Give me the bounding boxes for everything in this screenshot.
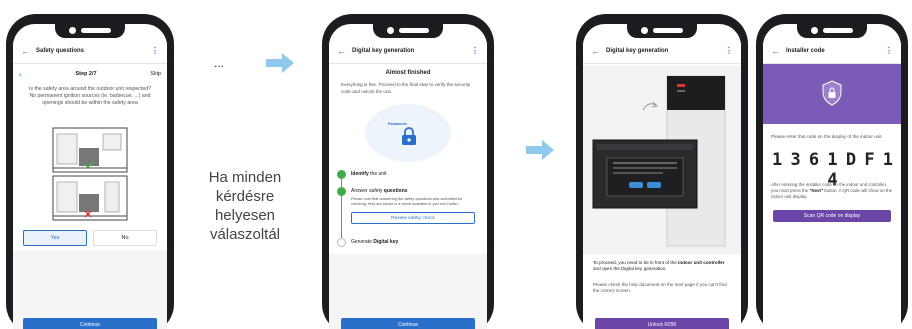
phone-screen: ← Digital key generation ⋮ Almost finish… <box>329 24 487 329</box>
step-bar: ‹ Step 2/7 Skip <box>19 68 161 80</box>
header-banner <box>763 64 901 124</box>
instruction-bold: indoor unit controller <box>678 260 725 265</box>
phone-notch <box>797 24 867 38</box>
shield-lock-icon <box>822 80 842 106</box>
prev-step-icon[interactable]: ‹ <box>19 70 22 79</box>
arrow-right-icon <box>266 53 294 73</box>
screen-title: Safety questions <box>36 47 85 54</box>
caption-line: válaszoltál <box>209 226 281 243</box>
phone-screen: ← Digital key generation ⋮ To proceed, y… <box>583 24 741 329</box>
more-menu-icon[interactable]: ⋮ <box>471 46 479 55</box>
phone-digital-key-unlock: ← Digital key generation ⋮ To proceed, y… <box>576 14 748 329</box>
answer-buttons: Yes No <box>23 230 157 246</box>
help-text: Please check the help document on the ne… <box>593 282 727 294</box>
camera-dot <box>811 27 818 34</box>
more-menu-icon[interactable]: ⋮ <box>885 46 893 55</box>
camera-dot <box>387 27 394 34</box>
step-check-icon <box>337 170 346 179</box>
phone-safety-questions: ← Safety questions ⋮ ‹ Step 2/7 Skip Is … <box>6 14 174 329</box>
scan-qr-button[interactable]: Scan QR code on display <box>773 210 891 222</box>
back-arrow-icon[interactable]: ← <box>771 46 780 56</box>
phone-screen: ← Installer code ⋮ Please enter this cod… <box>763 24 901 329</box>
code-instruction: Please enter this code on the display of… <box>771 134 883 139</box>
screen-title: Digital key generation <box>352 47 415 54</box>
speaker-slot <box>653 28 683 33</box>
no-button[interactable]: No <box>93 230 157 246</box>
phone-notch <box>627 24 697 38</box>
stepper-line <box>341 174 342 246</box>
phone-screen: ← Safety questions ⋮ ‹ Step 2/7 Skip Is … <box>13 24 167 329</box>
more-menu-icon[interactable]: ⋮ <box>151 46 159 55</box>
step-check-icon <box>337 187 346 196</box>
device-illustration: Panasonic <box>365 104 451 162</box>
arrow-right-icon <box>526 140 554 160</box>
step-suffix: questions <box>383 188 408 194</box>
phone-notch <box>55 24 125 38</box>
step-item: Answer safety questions <box>351 188 407 194</box>
phone-notch <box>373 24 443 38</box>
step-label: Step 2/7 <box>75 71 97 77</box>
skip-link[interactable]: Skip <box>150 71 161 77</box>
step-pending-icon <box>337 238 346 247</box>
phone-digital-key-almost-finished: ← Digital key generation ⋮ Almost finish… <box>322 14 494 329</box>
step-suffix: the unit <box>368 171 387 177</box>
phone-installer-code: ← Installer code ⋮ Please enter this cod… <box>756 14 908 329</box>
app-header: ← Installer code ⋮ <box>763 38 901 64</box>
back-arrow-icon[interactable]: ← <box>337 46 346 56</box>
question-text: Is the safety area around the outdoor un… <box>29 86 151 106</box>
screen-title: Digital key generation <box>606 47 669 54</box>
step-item: Identify the unit <box>351 171 387 177</box>
continue-button[interactable]: Continue <box>23 318 157 329</box>
note-bold: "Next" <box>809 188 824 193</box>
step-label: Answer safety <box>351 188 384 194</box>
unlock-button[interactable]: Unlock R290 <box>595 318 729 329</box>
camera-dot <box>641 27 648 34</box>
yes-button[interactable]: Yes <box>23 230 87 246</box>
continue-button[interactable]: Continue <box>341 318 475 329</box>
app-header: ← Digital key generation ⋮ <box>329 38 487 64</box>
app-header: ← Digital key generation ⋮ <box>583 38 741 64</box>
indoor-unit-illustration <box>583 66 741 254</box>
padlock-icon <box>402 127 416 145</box>
screen-title: Installer code <box>786 47 825 54</box>
step-label: Generate <box>351 239 374 245</box>
review-safety-button[interactable]: Review safety check <box>351 212 475 224</box>
camera-dot <box>69 27 76 34</box>
instruction-text: To proceed, you need to be in front of t… <box>593 260 733 273</box>
step-label: Identify <box>351 171 369 177</box>
safety-area-illustration <box>52 127 128 221</box>
more-menu-icon[interactable]: ⋮ <box>725 46 733 55</box>
intro-text: Everything is fine. Proceed to the final… <box>341 82 471 94</box>
back-arrow-icon[interactable]: ← <box>591 46 600 56</box>
back-arrow-icon[interactable]: ← <box>21 46 30 56</box>
step-suffix: Digital key <box>373 239 399 245</box>
heading: Almost finished <box>385 70 431 76</box>
step-item: Generate Digital key <box>351 239 398 245</box>
speaker-slot <box>399 28 429 33</box>
instruction-part: To proceed, you need to be in front of t… <box>593 260 679 265</box>
speaker-slot <box>823 28 853 33</box>
caption: Ha minden kérdésre helyesen válaszoltál <box>196 168 294 244</box>
app-header: ← Safety questions ⋮ <box>13 38 167 64</box>
ellipsis: ... <box>214 56 225 70</box>
caption-line: Ha minden <box>208 169 282 186</box>
step-note: Please note that answering the safety qu… <box>351 197 463 206</box>
speaker-slot <box>81 28 111 33</box>
caption-line: helyesen <box>214 207 276 224</box>
instruction-part: and open the Digital key generation. <box>593 266 667 272</box>
caption-line: kérdésre <box>215 188 275 205</box>
stage: ← Safety questions ⋮ ‹ Step 2/7 Skip Is … <box>0 0 912 329</box>
code-note: After entering the installer code on the… <box>771 182 895 200</box>
